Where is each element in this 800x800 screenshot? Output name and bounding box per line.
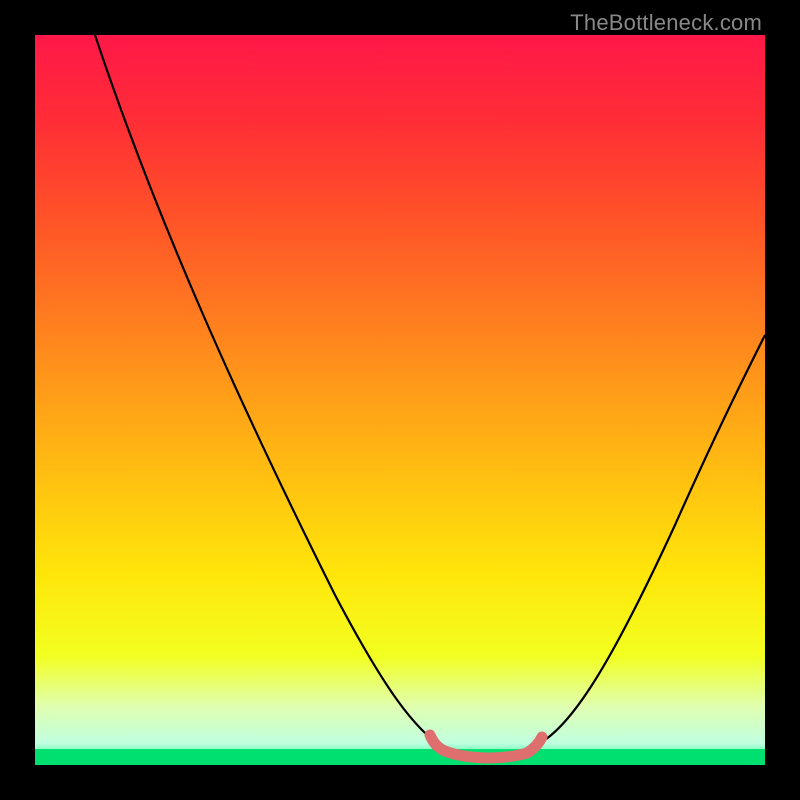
watermark-text: TheBottleneck.com <box>570 10 762 36</box>
plot-area <box>35 35 765 765</box>
plateau-marker <box>430 735 542 758</box>
bottleneck-curve <box>95 35 765 756</box>
chart-svg <box>35 35 765 765</box>
